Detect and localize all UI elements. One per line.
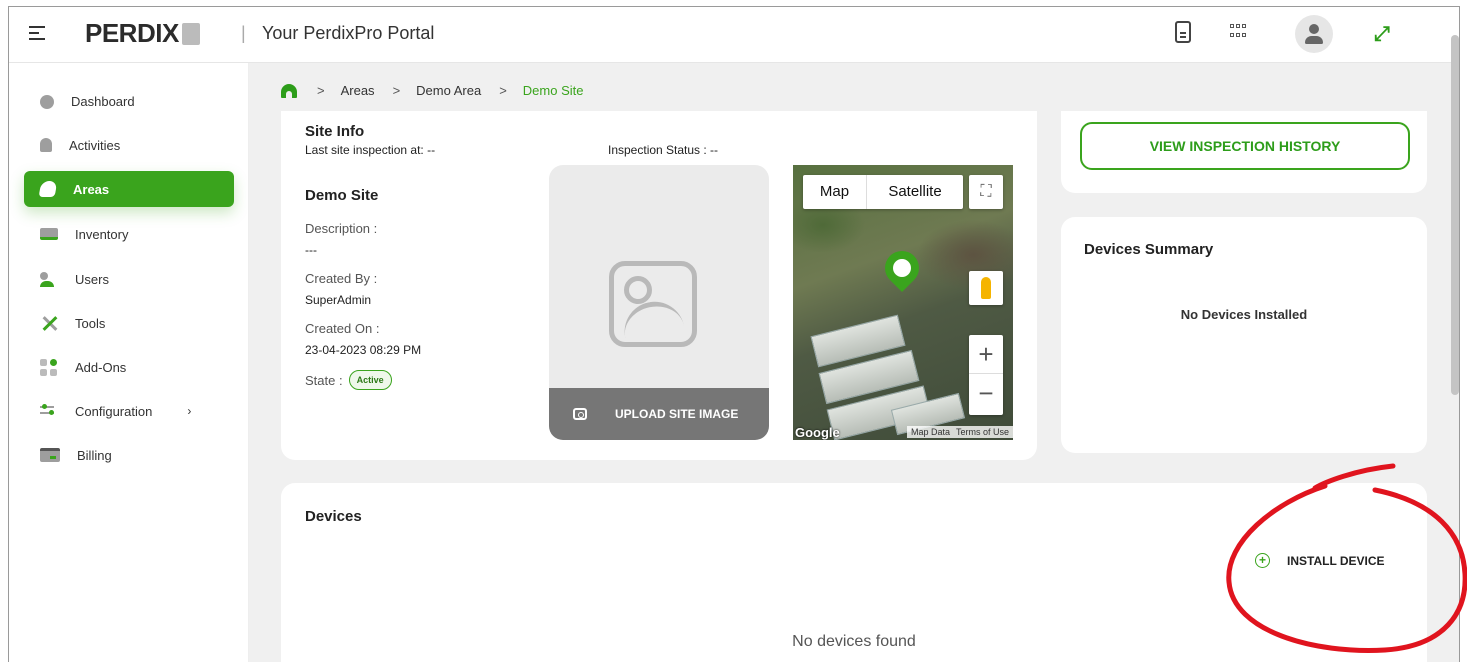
sidebar-item-label: Configuration xyxy=(75,403,153,419)
sidebar-item-label: Add-Ons xyxy=(75,359,127,375)
user-avatar[interactable] xyxy=(1295,15,1333,53)
no-devices-installed-text: No Devices Installed xyxy=(1180,307,1308,322)
sidebar-item-areas[interactable]: Areas xyxy=(24,171,234,207)
devices-summary-card: Devices Summary No Devices Installed xyxy=(1061,217,1427,453)
fullscreen-expand-icon[interactable]: ⤢ xyxy=(1374,23,1390,46)
sidebar-item-tools[interactable]: Tools xyxy=(24,305,234,341)
sidebar-item-dashboard[interactable]: Dashboard xyxy=(24,83,234,119)
created-on-label: Created On : xyxy=(305,321,380,336)
sidebar-item-label: Dashboard xyxy=(71,93,135,109)
add-circle-icon: + xyxy=(1255,553,1270,568)
devices-summary-title: Devices Summary xyxy=(1084,241,1214,258)
map-zoom-controls: + − xyxy=(969,335,1003,415)
top-bar: PERDIX | Your PerdixPro Portal ⤢ xyxy=(9,7,1459,63)
no-devices-found-text: No devices found xyxy=(792,633,916,650)
breadcrumb-separator: > xyxy=(499,83,507,98)
image-placeholder-icon xyxy=(609,261,697,347)
inspection-history-card: VIEW INSPECTION HISTORY xyxy=(1061,111,1427,193)
sidebar-item-add-ons[interactable]: Add-Ons xyxy=(24,349,234,385)
sidebar-item-inventory[interactable]: Inventory xyxy=(24,216,234,252)
created-on-value: 23-04-2023 08:29 PM xyxy=(305,343,422,357)
perdix-logo[interactable]: PERDIX xyxy=(85,18,200,49)
sidebar-item-label: Inventory xyxy=(75,226,129,242)
logo-pro-badge xyxy=(181,23,200,45)
description-label: Description : xyxy=(305,221,378,236)
install-device-label: INSTALL DEVICE xyxy=(1287,553,1385,568)
menu-icon[interactable] xyxy=(29,26,45,40)
area-map-icon xyxy=(38,181,58,197)
view-inspection-history-button[interactable]: VIEW INSPECTION HISTORY xyxy=(1080,122,1410,170)
map-type-toggle: Map Satellite xyxy=(803,175,963,209)
camera-icon xyxy=(573,408,587,420)
devices-card: Devices + INSTALL DEVICE No devices foun… xyxy=(281,483,1427,662)
install-device-button[interactable]: + INSTALL DEVICE xyxy=(1255,553,1385,568)
configuration-icon xyxy=(40,404,58,418)
sidebar-item-label: Users xyxy=(75,271,109,287)
state-label: State : xyxy=(305,372,343,388)
breadcrumb: > Areas > Demo Area > Demo Site xyxy=(281,83,602,98)
map-type-map[interactable]: Map xyxy=(803,175,867,209)
upload-site-image-button[interactable]: UPLOAD SITE IMAGE xyxy=(549,388,769,440)
sidebar-item-configuration[interactable]: Configuration › xyxy=(24,393,234,429)
zoom-in-button[interactable]: + xyxy=(969,335,1003,374)
map-legal: Map Data Terms of Use xyxy=(906,426,1013,438)
zoom-out-button[interactable]: − xyxy=(969,374,1003,412)
app-window: PERDIX | Your PerdixPro Portal ⤢ Dashboa… xyxy=(8,6,1460,662)
sidebar-item-activities[interactable]: Activities xyxy=(24,127,234,163)
header-separator: | xyxy=(241,23,246,43)
description-value: --- xyxy=(305,243,317,257)
billing-card-icon xyxy=(40,448,60,462)
sidebar-item-label: Tools xyxy=(75,315,106,331)
upload-label: UPLOAD SITE IMAGE xyxy=(615,407,739,421)
portal-title: Your PerdixPro Portal xyxy=(262,23,435,43)
sidebar-item-users[interactable]: Users xyxy=(24,261,234,297)
sidebar-item-label: Activities xyxy=(69,137,121,153)
status-badge: Active xyxy=(348,370,392,390)
document-icon[interactable] xyxy=(1175,21,1191,43)
last-inspection-text: Last site inspection at: -- xyxy=(305,143,436,157)
map-fullscreen-icon[interactable]: ⛶ xyxy=(969,175,1003,209)
breadcrumb-current: Demo Site xyxy=(522,83,584,98)
breadcrumb-areas[interactable]: Areas xyxy=(341,83,375,98)
breadcrumb-separator: > xyxy=(317,83,325,98)
breadcrumb-separator: > xyxy=(392,83,401,98)
site-map[interactable]: Map Satellite ⛶ + − Google Map Data Term… xyxy=(793,165,1013,440)
pegman-figure xyxy=(981,277,991,299)
site-image-box: UPLOAD SITE IMAGE xyxy=(549,165,769,440)
street-view-pegman-icon[interactable] xyxy=(969,271,1003,305)
site-info-title: Site Info xyxy=(305,123,365,140)
google-logo: Google xyxy=(795,424,840,440)
add-ons-icon xyxy=(40,359,58,376)
site-info-card: Site Info Last site inspection at: -- In… xyxy=(281,111,1037,460)
site-name: Demo Site xyxy=(305,187,379,204)
created-by-label: Created By : xyxy=(305,271,378,286)
sidebar-item-label: Billing xyxy=(77,447,112,463)
location-pin-icon[interactable] xyxy=(877,243,927,293)
devices-title: Devices xyxy=(305,508,362,525)
home-icon[interactable] xyxy=(281,83,297,98)
users-icon xyxy=(40,272,58,287)
chevron-right-icon: › xyxy=(187,404,192,418)
page-scrollbar[interactable] xyxy=(1451,35,1459,395)
map-type-satellite[interactable]: Satellite xyxy=(867,175,963,209)
bell-icon xyxy=(40,138,52,152)
sidebar-item-billing[interactable]: Billing xyxy=(24,437,234,473)
map-data-link[interactable]: Map Data xyxy=(911,427,950,437)
sidebar-item-label: Areas xyxy=(73,181,110,197)
state-row: State : Active xyxy=(305,370,392,390)
pie-chart-icon xyxy=(40,95,54,109)
apps-grid-icon[interactable] xyxy=(1230,24,1246,40)
terms-of-use-link[interactable]: Terms of Use xyxy=(956,427,1009,437)
tools-icon xyxy=(40,314,58,332)
created-by-value: SuperAdmin xyxy=(305,293,372,307)
breadcrumb-demo-area[interactable]: Demo Area xyxy=(416,83,481,98)
map-footer: Google Map Data Terms of Use xyxy=(793,424,1013,440)
inventory-icon xyxy=(40,228,58,240)
sidebar: Dashboard Activities Areas Inventory Use… xyxy=(9,63,249,662)
inspection-status-text: Inspection Status : -- xyxy=(608,143,719,157)
